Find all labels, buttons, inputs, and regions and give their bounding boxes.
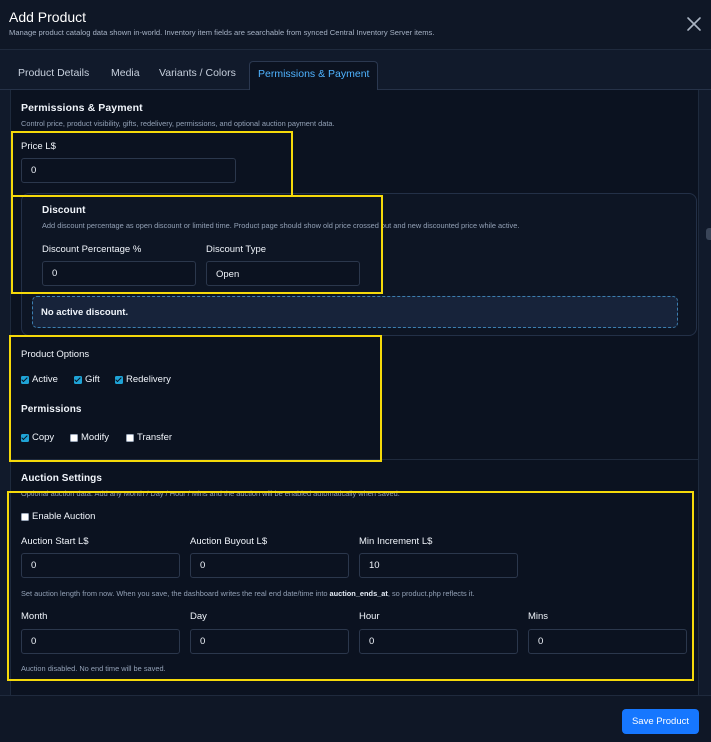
discount-heading: Discount [42, 205, 86, 216]
tab-variants-colors[interactable]: Variants / Colors [159, 67, 236, 79]
perm-copy-checkbox[interactable]: Copy [21, 432, 54, 443]
option-gift-label: Gift [85, 374, 100, 385]
checkbox-checked-icon [115, 375, 123, 384]
modal-footer: Save Product [0, 695, 711, 742]
section-divider [11, 459, 698, 460]
tab-content-panel: Permissions & Payment Control price, pro… [10, 90, 699, 695]
discount-status-text: No active discount. [41, 307, 129, 318]
tab-bar: Product Details Media Variants / Colors … [0, 50, 711, 91]
hour-input[interactable] [359, 629, 518, 654]
enable-auction-checkbox[interactable]: Enable Auction [21, 511, 95, 522]
add-product-modal: Add Product Manage product catalog data … [0, 0, 711, 742]
auction-ends-at-field: auction_ends_at [329, 589, 388, 598]
permissions-heading: Permissions [21, 404, 82, 415]
option-redelivery-checkbox[interactable]: Redelivery [115, 374, 171, 385]
min-increment-label: Min Increment L$ [359, 536, 433, 547]
modal-title: Add Product [9, 9, 87, 25]
product-options-heading: Product Options [21, 349, 90, 360]
checkbox-unchecked-icon [126, 433, 134, 442]
hour-label: Hour [359, 611, 380, 622]
discount-percentage-label: Discount Percentage % [42, 244, 142, 255]
auction-help: Optional auction data. Add any Month / D… [21, 489, 400, 498]
auction-length-help-prefix: Set auction length from now. When you sa… [21, 589, 330, 598]
modal-subtitle: Manage product catalog data shown in-wor… [9, 28, 435, 37]
month-input[interactable] [21, 629, 180, 654]
permissions-payment-heading: Permissions & Payment [21, 102, 143, 114]
price-input[interactable] [21, 158, 236, 183]
price-label: Price L$ [21, 141, 56, 152]
modal-header: Add Product Manage product catalog data … [0, 0, 711, 50]
auction-heading: Auction Settings [21, 473, 103, 484]
auction-buyout-input[interactable] [190, 553, 349, 578]
option-redelivery-label: Redelivery [126, 374, 171, 385]
day-label: Day [190, 611, 207, 622]
perm-modify-checkbox[interactable]: Modify [70, 432, 109, 443]
tab-media[interactable]: Media [111, 67, 140, 79]
tab-permissions-payment[interactable]: Permissions & Payment [249, 61, 379, 91]
auction-length-help: Set auction length from now. When you sa… [21, 589, 475, 598]
perm-copy-label: Copy [32, 432, 55, 443]
permissions-payment-help: Control price, product visibility, gifts… [21, 119, 335, 128]
auction-start-input[interactable] [21, 553, 180, 578]
discount-type-label: Discount Type [206, 244, 267, 255]
auction-length-help-suffix: , so product.php reflects it. [387, 589, 475, 598]
enable-auction-label: Enable Auction [32, 511, 96, 522]
min-increment-input[interactable] [359, 553, 518, 578]
discount-help: Add discount percentage as open discount… [42, 221, 520, 230]
auction-buyout-label: Auction Buyout L$ [190, 536, 268, 547]
tab-product-details[interactable]: Product Details [18, 67, 89, 79]
checkbox-unchecked-icon [21, 512, 29, 521]
discount-status-notice: No active discount. [32, 296, 678, 328]
perm-transfer-label: Transfer [137, 432, 173, 443]
close-icon[interactable] [684, 14, 704, 34]
option-active-label: Active [32, 374, 58, 385]
side-tab-handle [706, 228, 711, 240]
day-input[interactable] [190, 629, 349, 654]
checkbox-unchecked-icon [70, 433, 78, 442]
mins-label: Mins [528, 611, 549, 622]
mins-input[interactable] [528, 629, 687, 654]
perm-transfer-checkbox[interactable]: Transfer [126, 432, 172, 443]
discount-type-select[interactable]: Open [206, 261, 360, 286]
perm-modify-label: Modify [81, 432, 109, 443]
auction-status-text: Auction disabled. No end time will be sa… [21, 664, 166, 673]
checkbox-checked-icon [74, 375, 82, 384]
checkbox-checked-icon [21, 375, 29, 384]
option-active-checkbox[interactable]: Active [21, 374, 58, 385]
save-product-button[interactable]: Save Product [622, 709, 699, 734]
auction-start-label: Auction Start L$ [21, 536, 89, 547]
month-label: Month [21, 611, 48, 622]
checkbox-checked-icon [21, 433, 29, 442]
discount-percentage-input[interactable] [42, 261, 196, 286]
option-gift-checkbox[interactable]: Gift [74, 374, 100, 385]
